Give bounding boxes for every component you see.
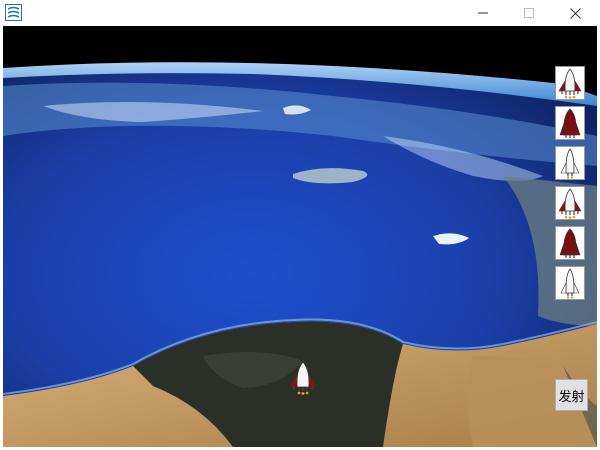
maximize-icon [524,8,534,18]
enemy-ship [555,226,585,260]
enemy-ship [555,266,585,300]
fire-button[interactable]: 发射 [555,379,588,411]
enemy-ship [555,186,585,220]
shuttle-icon [558,68,582,99]
shuttle-icon [289,361,317,395]
shuttle-icon [560,268,580,299]
player-ship[interactable] [288,360,318,396]
shuttle-icon [559,228,581,258]
maximize-button[interactable] [506,0,552,26]
enemy-ship [555,146,585,180]
enemy-ship [555,106,585,140]
title-bar[interactable] [0,0,600,26]
app-icon [5,4,22,21]
shuttle-icon [558,188,582,219]
close-icon [569,7,581,19]
shuttle-icon [560,148,580,179]
enemy-ship [555,66,585,100]
close-button[interactable] [552,0,598,26]
fire-button-label: 发射 [558,389,585,405]
shuttle-icon [559,108,581,138]
minimize-icon [478,12,488,14]
minimize-button[interactable] [460,0,506,26]
game-area[interactable]: 发射 [3,26,597,447]
